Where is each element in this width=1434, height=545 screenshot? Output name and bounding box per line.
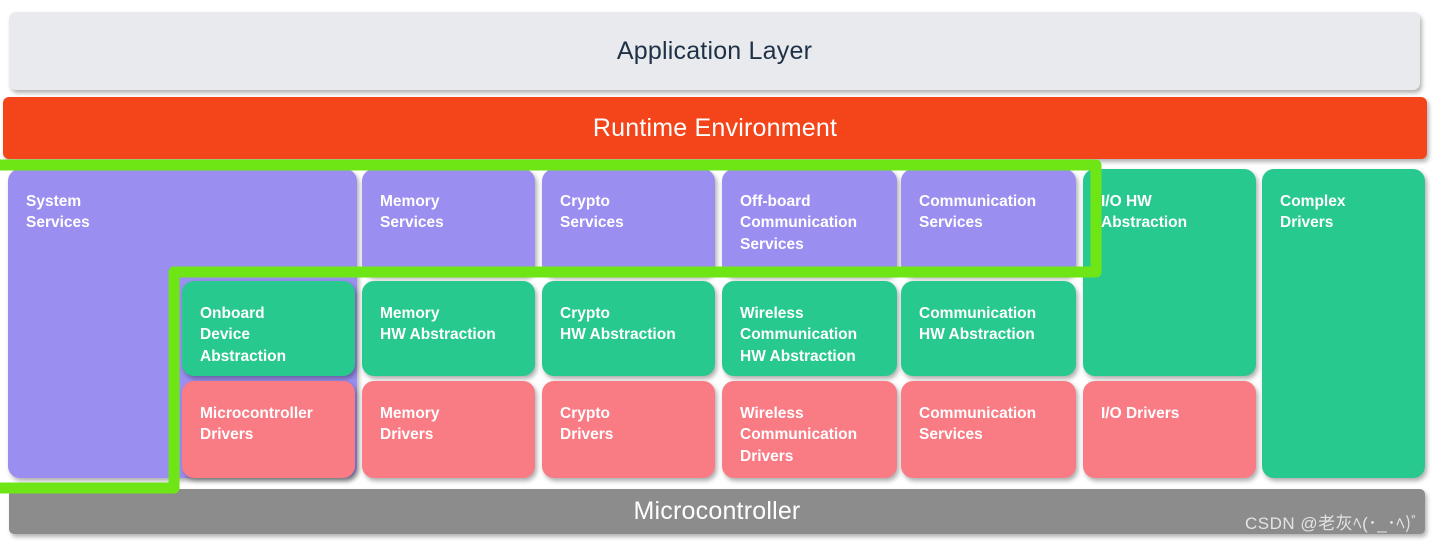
module-label: Complex Drivers [1280, 193, 1346, 232]
application-layer-label: Application Layer [616, 36, 813, 65]
module-crypto-hw-abstraction[interactable]: Crypto HW Abstraction [542, 281, 715, 376]
module-complex-drivers[interactable]: Complex Drivers [1262, 169, 1425, 478]
module-crypto-services[interactable]: Crypto Services [542, 169, 715, 276]
module-communication-services[interactable]: Communication Services [901, 169, 1076, 276]
autosar-architecture-diagram: Application Layer Runtime Environment Sy… [0, 0, 1434, 545]
microcontroller-label: Microcontroller [633, 497, 801, 525]
module-communication-hw-abstraction[interactable]: Communication HW Abstraction [901, 281, 1076, 376]
module-label: Off-board Communication Services [740, 193, 858, 253]
module-label: Memory Drivers [380, 405, 440, 444]
module-memory-drivers[interactable]: Memory Drivers [362, 381, 535, 478]
module-io-hw-abstraction[interactable]: I/O HW Abstraction [1083, 169, 1256, 376]
module-wireless-communication-hw-abstraction[interactable]: Wireless Communication HW Abstraction [722, 281, 897, 376]
module-label: Communication Services [919, 405, 1037, 444]
module-offboard-communication-services[interactable]: Off-board Communication Services [722, 169, 897, 276]
module-label: Wireless Communication HW Abstraction [740, 305, 858, 365]
module-label: Crypto Services [560, 193, 624, 232]
module-communication-services-drivers[interactable]: Communication Services [901, 381, 1076, 478]
module-label: Crypto HW Abstraction [560, 305, 676, 344]
module-label: Onboard Device Abstraction [200, 305, 287, 365]
module-label: Crypto Drivers [560, 405, 614, 444]
module-label: Communication HW Abstraction [919, 305, 1037, 344]
runtime-environment-label: Runtime Environment [592, 113, 838, 142]
runtime-environment-band: Runtime Environment [3, 97, 1427, 159]
module-label: Wireless Communication Drivers [740, 405, 858, 465]
module-onboard-device-abstraction[interactable]: Onboard Device Abstraction [182, 281, 355, 376]
module-crypto-drivers[interactable]: Crypto Drivers [542, 381, 715, 478]
basic-software-module-grid: System Services Memory Services Crypto S… [0, 162, 1434, 489]
module-label: Microcontroller Drivers [200, 405, 313, 444]
module-memory-services[interactable]: Memory Services [362, 169, 535, 276]
module-io-drivers[interactable]: I/O Drivers [1083, 381, 1256, 478]
module-label: I/O HW Abstraction [1101, 193, 1188, 232]
module-memory-hw-abstraction[interactable]: Memory HW Abstraction [362, 281, 535, 376]
module-label: Memory Services [380, 193, 444, 232]
module-label: I/O Drivers [1101, 405, 1180, 422]
microcontroller-band: Microcontroller [9, 489, 1425, 534]
application-layer-band: Application Layer [9, 12, 1420, 90]
module-label: System Services [26, 193, 90, 232]
module-label: Memory HW Abstraction [380, 305, 496, 344]
csdn-watermark: CSDN @老灰ﾍ(･_･ﾍ)ﾞ [1244, 514, 1420, 533]
module-label: Communication Services [919, 193, 1037, 232]
module-microcontroller-drivers[interactable]: Microcontroller Drivers [182, 381, 355, 478]
module-wireless-communication-drivers[interactable]: Wireless Communication Drivers [722, 381, 897, 478]
